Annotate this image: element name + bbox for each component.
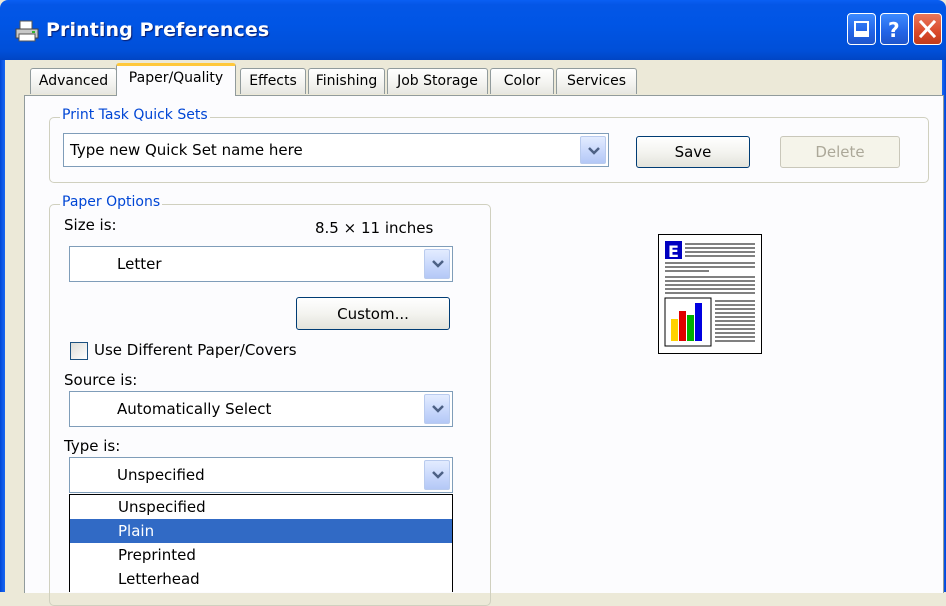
- use-different-paper-checkbox[interactable]: [70, 342, 88, 360]
- paper-type-dropdown-button[interactable]: [424, 460, 450, 490]
- quick-set-name-value: Type new Quick Set name here: [70, 141, 303, 159]
- tab-effects[interactable]: Effects: [240, 68, 306, 94]
- preview-bar: [695, 303, 702, 341]
- save-button[interactable]: Save: [636, 136, 750, 168]
- list-item-plain[interactable]: Plain: [70, 519, 452, 543]
- quick-set-dropdown-button[interactable]: [580, 136, 606, 164]
- paper-size-dropdown-button[interactable]: [424, 249, 450, 279]
- delete-button[interactable]: Delete: [780, 136, 900, 168]
- minimize-icon: [854, 21, 869, 37]
- paper-source-combo[interactable]: Automatically Select: [69, 391, 453, 427]
- preview-text-lines-side: [715, 300, 755, 342]
- printer-icon: [15, 20, 39, 42]
- preview-bar: [671, 319, 678, 341]
- help-button[interactable]: ?: [880, 13, 909, 45]
- paper-type-combo[interactable]: Unspecified: [69, 457, 453, 493]
- paper-type-list[interactable]: Unspecified Plain Preprinted Letterhead: [69, 494, 453, 592]
- paper-size-value: Letter: [117, 255, 162, 273]
- page-preview: E: [658, 234, 762, 354]
- quick-set-name-combo[interactable]: Type new Quick Set name here: [63, 133, 609, 167]
- tab-color[interactable]: Color: [490, 68, 554, 94]
- list-item-preprinted[interactable]: Preprinted: [70, 543, 452, 567]
- chevron-down-icon: [432, 260, 444, 268]
- close-icon: [918, 19, 937, 39]
- paper-source-value: Automatically Select: [117, 400, 272, 418]
- paper-type-value: Unspecified: [117, 466, 205, 484]
- preview-letter: E: [668, 242, 679, 261]
- minimize-button[interactable]: [847, 13, 876, 45]
- size-dimensions: 8.5 × 11 inches: [315, 219, 434, 237]
- tab-finishing[interactable]: Finishing: [308, 68, 385, 94]
- tab-services[interactable]: Services: [556, 68, 637, 94]
- chevron-down-icon: [432, 405, 444, 413]
- page-preview-graphic: E: [664, 241, 755, 347]
- size-label: Size is:: [64, 216, 117, 234]
- tab-job-storage[interactable]: Job Storage: [387, 68, 488, 94]
- preview-bar: [687, 315, 694, 341]
- quick-sets-legend: Print Task Quick Sets: [60, 107, 210, 123]
- window-title: Printing Preferences: [46, 19, 270, 41]
- list-item-letterhead[interactable]: Letterhead: [70, 567, 452, 591]
- preview-bar: [679, 311, 686, 341]
- close-button[interactable]: [913, 13, 942, 45]
- title-bar[interactable]: Printing Preferences ?: [0, 0, 946, 60]
- tab-advanced[interactable]: Advanced: [30, 68, 117, 94]
- chevron-down-icon: [432, 471, 444, 479]
- help-icon: ?: [888, 18, 900, 42]
- window-frame-left: [0, 60, 5, 592]
- source-label: Source is:: [64, 371, 138, 389]
- use-different-paper-label[interactable]: Use Different Paper/Covers: [94, 341, 297, 359]
- svg-text:?: ?: [888, 18, 900, 42]
- type-label: Type is:: [64, 437, 121, 455]
- paper-options-legend: Paper Options: [60, 194, 163, 210]
- tab-strip: Advanced Paper/Quality Effects Finishing…: [24, 62, 944, 96]
- list-item-unspecified[interactable]: Unspecified: [70, 495, 452, 519]
- paper-size-combo[interactable]: Letter: [69, 246, 453, 282]
- chevron-down-icon: [588, 147, 600, 155]
- paper-source-dropdown-button[interactable]: [424, 394, 450, 424]
- tab-paper-quality[interactable]: Paper/Quality: [116, 63, 236, 96]
- custom-size-button[interactable]: Custom...: [296, 297, 450, 330]
